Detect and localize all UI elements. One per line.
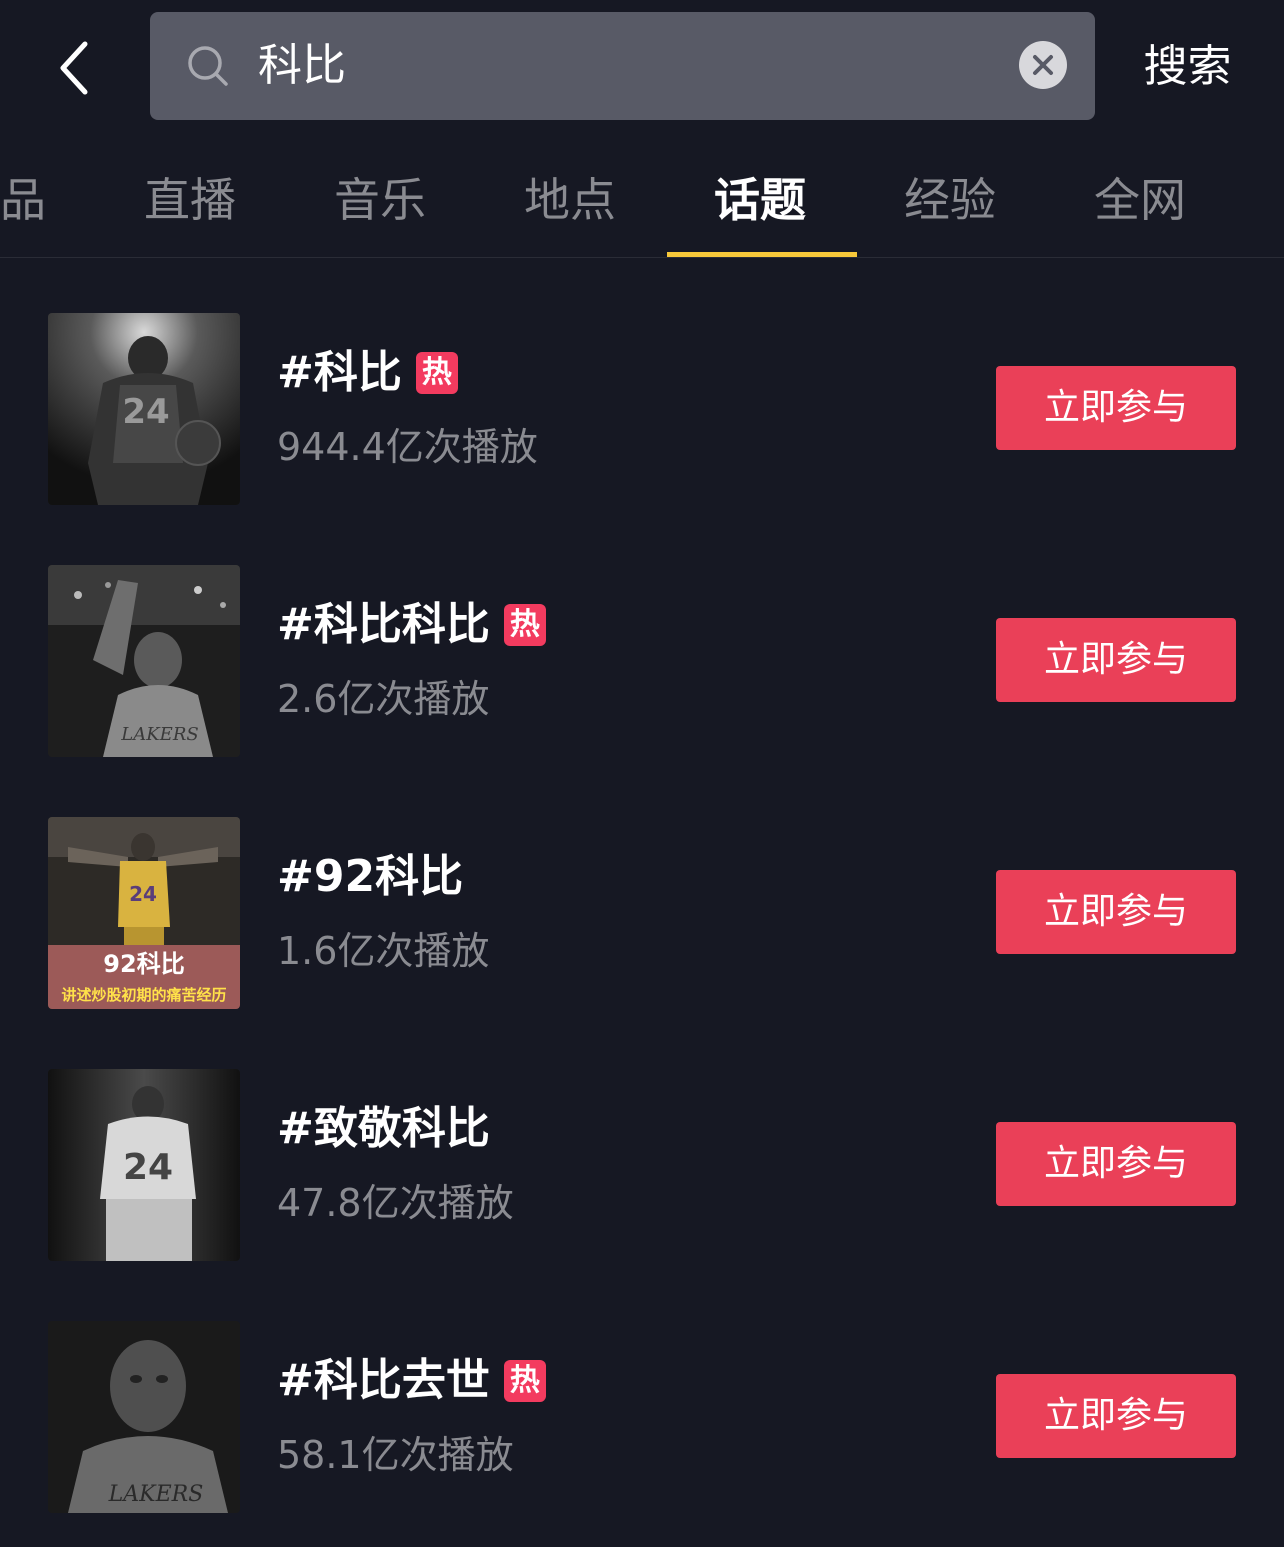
photo-kobe-walking-away-icon: 24 bbox=[48, 1069, 240, 1261]
thumb-caption: 92科比 bbox=[103, 950, 184, 978]
join-topic-button[interactable]: 立即参与 bbox=[996, 1122, 1236, 1206]
search-icon bbox=[188, 46, 228, 86]
topic-title-row: #致敬科比 bbox=[277, 1097, 490, 1161]
svg-text:24: 24 bbox=[123, 1147, 173, 1188]
svg-text:24: 24 bbox=[129, 882, 157, 906]
topic-view-count: 2.6亿次播放 bbox=[277, 677, 490, 721]
search-input[interactable] bbox=[258, 34, 998, 98]
tab-experience[interactable]: 经验 bbox=[902, 168, 998, 232]
join-topic-button[interactable]: 立即参与 bbox=[996, 1374, 1236, 1458]
hot-badge: 热 bbox=[415, 352, 458, 394]
topic-title: #致敬科比 bbox=[277, 1103, 490, 1154]
topic-view-count: 58.1亿次播放 bbox=[277, 1433, 514, 1477]
photo-kobe-back-spotlight-icon: 24 bbox=[48, 313, 240, 505]
topic-title-row: #科比科比 热 bbox=[277, 593, 546, 657]
hot-badge: 热 bbox=[503, 604, 546, 646]
topic-item[interactable]: 24 #科比 热 944.4亿次播放 立即参与 bbox=[0, 313, 1284, 513]
photo-kobe-waving-icon: LAKERS bbox=[48, 565, 240, 757]
topic-title-row: #科比 热 bbox=[277, 341, 458, 405]
back-button[interactable] bbox=[40, 28, 110, 108]
topic-view-count: 944.4亿次播放 bbox=[277, 425, 538, 469]
topic-thumbnail: 24 bbox=[48, 1069, 240, 1261]
hot-badge: 热 bbox=[503, 1360, 546, 1402]
tab-music[interactable]: 音乐 bbox=[332, 168, 428, 232]
active-tab-indicator bbox=[667, 252, 857, 257]
topic-title: #科比 bbox=[277, 347, 402, 398]
topic-item[interactable]: 24 #致敬科比 47.8亿次播放 立即参与 bbox=[0, 1069, 1284, 1269]
join-topic-button[interactable]: 立即参与 bbox=[996, 366, 1236, 450]
topic-thumbnail: 24 92科比 讲述炒股初期的痛苦经历 bbox=[48, 817, 240, 1009]
topic-item[interactable]: LAKERS #科比科比 热 2.6亿次播放 立即参与 bbox=[0, 565, 1284, 765]
photo-kobe-yellow-jersey-icon: 24 92科比 讲述炒股初期的痛苦经历 bbox=[48, 817, 240, 1009]
svg-text:LAKERS: LAKERS bbox=[120, 724, 198, 745]
search-box[interactable] bbox=[150, 12, 1095, 120]
close-icon bbox=[1033, 55, 1053, 75]
tab-works[interactable]: 品 bbox=[0, 168, 48, 232]
category-tabs: 品 直播 音乐 地点 话题 经验 全网 bbox=[0, 130, 1284, 258]
topic-title: #科比科比 bbox=[277, 599, 490, 650]
join-topic-button[interactable]: 立即参与 bbox=[996, 618, 1236, 702]
chevron-left-icon bbox=[60, 41, 88, 95]
clear-search-button[interactable] bbox=[1019, 41, 1067, 89]
join-topic-button[interactable]: 立即参与 bbox=[996, 870, 1236, 954]
thumb-subcaption: 讲述炒股初期的痛苦经历 bbox=[61, 986, 226, 1004]
topic-item[interactable]: 24 92科比 讲述炒股初期的痛苦经历 #92科比 1.6亿次播放 立即参与 bbox=[0, 817, 1284, 1017]
topic-title-row: #92科比 bbox=[277, 845, 463, 909]
topic-view-count: 1.6亿次播放 bbox=[277, 929, 490, 973]
tab-live[interactable]: 直播 bbox=[142, 168, 238, 232]
photo-kobe-portrait-icon: LAKERS bbox=[48, 1321, 240, 1513]
tab-topics[interactable]: 话题 bbox=[712, 168, 808, 232]
topic-item[interactable]: LAKERS #科比去世 热 58.1亿次播放 立即参与 bbox=[0, 1321, 1284, 1521]
topic-thumbnail: LAKERS bbox=[48, 1321, 240, 1513]
tab-whole-web[interactable]: 全网 bbox=[1092, 168, 1188, 232]
topic-title-row: #科比去世 热 bbox=[277, 1349, 546, 1413]
svg-text:24: 24 bbox=[122, 392, 169, 432]
svg-text:LAKERS: LAKERS bbox=[108, 1482, 204, 1507]
topic-title: #科比去世 bbox=[277, 1355, 490, 1406]
tab-places[interactable]: 地点 bbox=[522, 168, 618, 232]
top-bar: 搜索 bbox=[0, 0, 1284, 130]
search-submit-button[interactable]: 搜索 bbox=[1130, 32, 1245, 102]
topic-thumbnail: LAKERS bbox=[48, 565, 240, 757]
topic-view-count: 47.8亿次播放 bbox=[277, 1181, 514, 1225]
topic-title: #92科比 bbox=[277, 851, 464, 902]
topic-thumbnail: 24 bbox=[48, 313, 240, 505]
